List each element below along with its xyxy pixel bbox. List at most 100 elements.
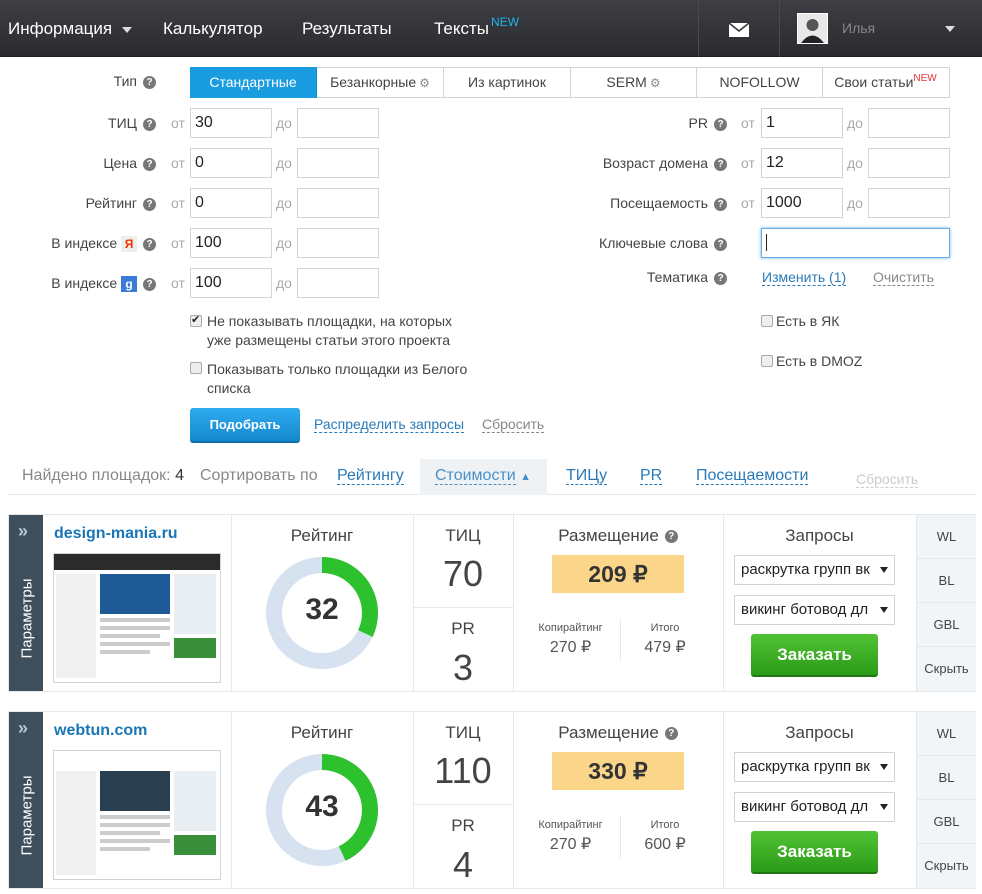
tab-no-anchor[interactable]: Безанкорные ⚙ [317, 68, 444, 97]
from-label: от [171, 275, 185, 291]
yak-label: Есть в ЯК [776, 313, 840, 329]
visits-label: Посещаемость? [540, 195, 727, 211]
order-button[interactable]: Заказать [751, 831, 878, 874]
top-navigation: Информация Калькулятор Результаты Тексты… [0, 0, 982, 57]
blacklist-button[interactable]: BL [916, 559, 976, 603]
tic-from-input[interactable]: 30 [190, 108, 272, 138]
nav-divider [698, 0, 699, 57]
tab-images[interactable]: Из картинок [444, 68, 571, 97]
sort-pr[interactable]: PR [640, 467, 663, 485]
placement-heading: Размещение? [513, 526, 723, 546]
pr-from-input[interactable]: 1 [761, 108, 843, 138]
rating-from-input[interactable]: 0 [190, 188, 272, 218]
whitelist-button[interactable]: WL [916, 712, 976, 756]
index-yandex-label: В индексе Я? [30, 235, 156, 253]
sort-rating[interactable]: Рейтингу [337, 467, 404, 485]
hide-used-checkbox[interactable] [190, 313, 202, 327]
mail-button[interactable] [728, 0, 750, 57]
params-toggle[interactable]: » Параметры [9, 712, 43, 888]
submit-button[interactable]: Подобрать [190, 408, 300, 443]
nav-results[interactable]: Результаты [302, 0, 392, 57]
topic-clear-link[interactable]: Очистить [873, 269, 934, 286]
price-label: Цена? [60, 155, 156, 171]
reset-link[interactable]: Сбросить [482, 416, 545, 433]
sort-cost[interactable]: Стоимости ▲ [435, 467, 531, 485]
hide-button[interactable]: Скрыть [916, 844, 976, 889]
to-label: до [276, 235, 292, 251]
total-value: 479 ₽ [644, 639, 686, 656]
hide-button[interactable]: Скрыть [916, 647, 976, 692]
site-preview-image [54, 751, 220, 879]
site-link[interactable]: design-mania.ru [54, 525, 178, 543]
queries-heading: Запросы [785, 723, 854, 742]
age-to-input[interactable] [868, 148, 950, 178]
price-from-input[interactable]: 0 [190, 148, 272, 178]
query-select-1[interactable]: раскрутка групп вк [734, 752, 895, 782]
sort-asc-icon: ▲ [520, 471, 532, 483]
pr-heading: PR [451, 816, 475, 835]
index-google-from-input[interactable]: 100 [190, 268, 272, 298]
sort-tic[interactable]: ТИЦу [566, 467, 608, 485]
total-label: Итого [650, 819, 680, 831]
rating-heading: Рейтинг [290, 526, 354, 545]
tab-nofollow[interactable]: NOFOLLOW [697, 68, 823, 97]
dmoz-label: Есть в DMOZ [776, 353, 863, 369]
index-yandex-from-input[interactable]: 100 [190, 228, 272, 258]
params-toggle[interactable]: » Параметры [9, 515, 43, 691]
age-from-input[interactable]: 12 [761, 148, 843, 178]
price-to-input[interactable] [297, 148, 379, 178]
order-button[interactable]: Заказать [751, 634, 878, 677]
nav-info[interactable]: Информация [8, 0, 133, 57]
visits-from-input[interactable]: 1000 [761, 188, 843, 218]
user-name[interactable]: Илья [842, 0, 875, 57]
pr-to-input[interactable] [868, 108, 950, 138]
yak-checkbox[interactable] [761, 315, 773, 327]
index-google-to-input[interactable] [297, 268, 379, 298]
global-blacklist-button[interactable]: GBL [916, 603, 976, 647]
help-icon: ? [143, 157, 156, 171]
sort-reset[interactable]: Сбросить [856, 471, 919, 488]
nav-calculator[interactable]: Калькулятор [163, 0, 263, 57]
help-icon: ? [143, 237, 156, 251]
site-link[interactable]: webtun.com [54, 722, 147, 740]
type-tabs: Стандартные Безанкорные ⚙ Из картинок SER… [190, 67, 950, 98]
pr-value: 3 [452, 647, 474, 688]
whitelist-button[interactable]: WL [916, 515, 976, 559]
sort-visits[interactable]: Посещаемости [696, 467, 809, 485]
type-label: Тип? [60, 73, 156, 89]
rating-to-input[interactable] [297, 188, 379, 218]
dmoz-checkbox[interactable] [761, 355, 773, 367]
chevron-down-icon[interactable] [945, 26, 955, 32]
site-thumbnail[interactable] [53, 750, 221, 880]
query-select-2[interactable]: викинг ботовод дл [734, 595, 895, 625]
distribute-link[interactable]: Распределить запросы [314, 416, 465, 433]
tab-own-articles[interactable]: Свои статьиNEW [823, 68, 948, 97]
new-badge: NEW [913, 73, 937, 84]
help-icon: ? [714, 237, 727, 251]
site-thumbnail[interactable] [53, 553, 221, 683]
global-blacklist-button[interactable]: GBL [916, 800, 976, 844]
hide-used-label: Не показывать площадки, на которых уже р… [207, 313, 452, 348]
whitelist-checkbox[interactable] [190, 362, 202, 374]
to-label: до [276, 155, 292, 171]
from-label: от [741, 115, 755, 131]
site-card: » Параметры webtun.com Рейтинг 43 ТИЦ 11… [8, 711, 976, 889]
help-icon: ? [143, 197, 156, 211]
tab-serm[interactable]: SERM ⚙ [571, 68, 697, 97]
index-yandex-to-input[interactable] [297, 228, 379, 258]
keywords-input[interactable] [761, 228, 950, 258]
query-select-1[interactable]: раскрутка групп вк [734, 555, 895, 585]
tab-standard[interactable]: Стандартные [190, 67, 317, 98]
visits-to-input[interactable] [868, 188, 950, 218]
query-select-2[interactable]: викинг ботовод дл [734, 792, 895, 822]
avatar[interactable] [797, 13, 828, 44]
topic-change-link[interactable]: Изменить (1) [762, 269, 847, 286]
dropdown-arrow-icon [880, 567, 888, 573]
tic-to-input[interactable] [297, 108, 379, 138]
copywriting-label: Копирайтинг [538, 622, 603, 634]
tic-label: ТИЦ? [60, 115, 156, 131]
help-icon: ? [714, 157, 727, 171]
rating-label: Рейтинг? [60, 195, 156, 211]
blacklist-button[interactable]: BL [916, 756, 976, 800]
nav-texts[interactable]: Тексты NEW [434, 0, 519, 57]
